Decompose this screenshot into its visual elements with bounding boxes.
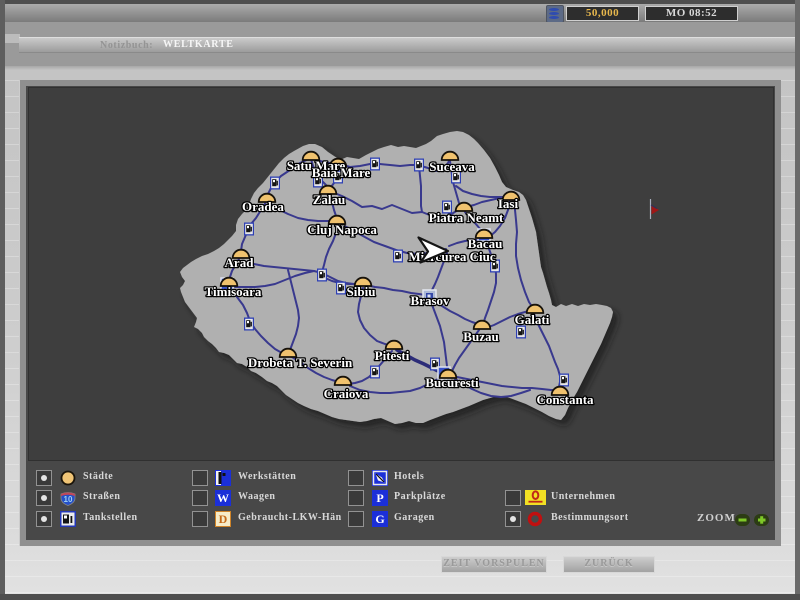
svg-text:Cluj Napoca: Cluj Napoca xyxy=(307,222,377,237)
svg-text:Arad: Arad xyxy=(225,255,255,270)
svg-text:Sibiu: Sibiu xyxy=(347,284,376,299)
svg-text:Zalau: Zalau xyxy=(313,192,346,207)
svg-text:Galati: Galati xyxy=(515,312,550,327)
svg-text:Bucuresti: Bucuresti xyxy=(425,375,479,390)
svg-text:Constanta: Constanta xyxy=(536,392,594,407)
svg-text:Drobeta T. Severin: Drobeta T. Severin xyxy=(248,355,353,370)
svg-text:Buzau: Buzau xyxy=(463,329,498,344)
svg-text:Timisoara: Timisoara xyxy=(205,284,262,299)
svg-text:Craiova: Craiova xyxy=(324,386,369,401)
svg-text:10: 10 xyxy=(64,495,73,504)
svg-text:Baia Mare: Baia Mare xyxy=(312,165,371,180)
svg-text:Brasov: Brasov xyxy=(411,293,451,308)
svg-text:Piatra Neamt: Piatra Neamt xyxy=(429,210,504,225)
svg-text:Pitesti: Pitesti xyxy=(375,348,410,363)
svg-text:Suceava: Suceava xyxy=(429,159,475,174)
svg-text:Iasi: Iasi xyxy=(498,196,519,211)
svg-text:Oradea: Oradea xyxy=(242,199,284,214)
